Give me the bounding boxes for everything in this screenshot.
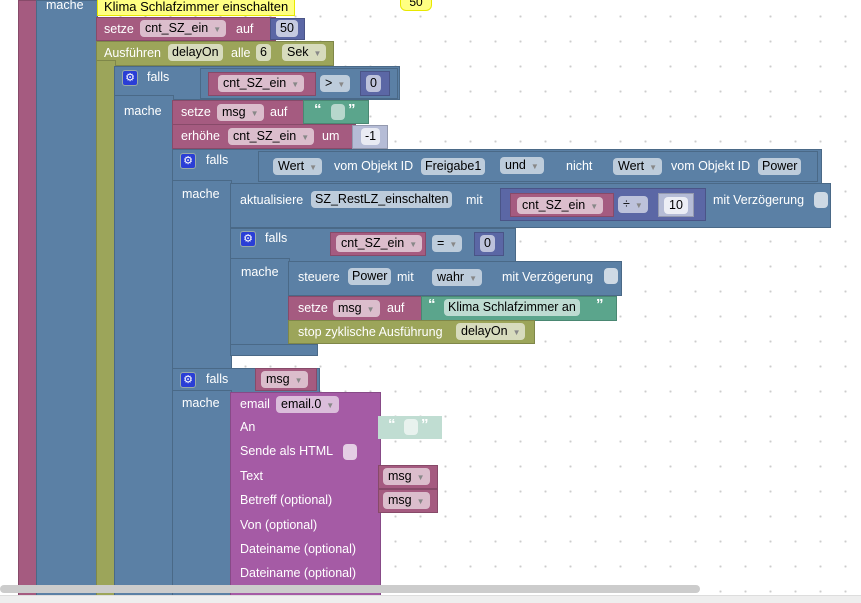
falls-label: falls: [147, 70, 170, 84]
ausfuehren-label: Ausführen: [104, 46, 161, 60]
object-id-field[interactable]: Freigabe1: [421, 158, 486, 175]
operator-dropdown[interactable]: ÷ ▼: [618, 196, 648, 213]
delay-label: mit Verzögerung: [502, 270, 594, 284]
gear-icon[interactable]: ⚙: [122, 70, 138, 86]
mache-label: mache: [182, 187, 220, 201]
outer-mache-block[interactable]: [36, 0, 98, 602]
number-field[interactable]: 0: [366, 75, 381, 92]
mache-label: mache: [124, 104, 162, 118]
horizontal-scrollbar[interactable]: [0, 585, 700, 593]
falls-label: falls: [206, 372, 229, 386]
steuere-label: steuere: [298, 270, 340, 284]
auf-label: auf: [270, 105, 288, 119]
nicht-label: nicht: [566, 159, 593, 173]
interval-dropdown[interactable]: delayOn ▼: [456, 323, 526, 340]
mit-label: mit: [466, 193, 483, 207]
comment[interactable]: Klima Schlafzimmer einschalten: [97, 0, 296, 16]
text-label: Text: [240, 469, 263, 483]
comment-bubble: 50: [400, 0, 432, 11]
html-checkbox[interactable]: [343, 444, 357, 460]
if-body-bar: [172, 390, 232, 602]
text-field[interactable]: Klima Schlafzimmer an: [444, 299, 580, 316]
operator-dropdown[interactable]: > ▼: [320, 75, 351, 92]
number-field[interactable]: 0: [480, 235, 495, 252]
variable-dropdown[interactable]: msg ▼: [217, 104, 264, 121]
auf-label: auf: [387, 301, 405, 315]
value-dropdown[interactable]: Wert ▼: [273, 158, 323, 175]
aktualisiere-label: aktualisiere: [240, 193, 304, 207]
von-label: Von (optional): [240, 518, 318, 532]
quote-close: ”: [348, 101, 356, 118]
instance-dropdown[interactable]: email.0 ▼: [276, 396, 340, 413]
object-id-label: vom Objekt ID: [671, 159, 751, 173]
mache-label: mache: [46, 0, 84, 12]
quote-close: ”: [596, 296, 604, 313]
and-dropdown[interactable]: und ▼: [500, 157, 544, 174]
quote-open: “: [428, 296, 436, 313]
gear-icon[interactable]: ⚙: [180, 153, 196, 169]
falls-label: falls: [265, 231, 288, 245]
variable-dropdown[interactable]: cnt_SZ_ein ▼: [228, 128, 315, 145]
interval-body-bar: [96, 60, 116, 602]
variable-dropdown[interactable]: cnt_SZ_ein ▼: [336, 235, 423, 252]
variable-dropdown[interactable]: msg ▼: [383, 492, 430, 509]
mache-label: mache: [241, 265, 279, 279]
text-field[interactable]: [404, 419, 418, 435]
boolean-dropdown[interactable]: wahr ▼: [432, 269, 483, 286]
value-dropdown[interactable]: Wert ▼: [613, 158, 663, 175]
gear-icon[interactable]: ⚙: [180, 372, 196, 388]
unit-dropdown[interactable]: Sek ▼: [282, 44, 327, 61]
quote-close: ”: [421, 416, 429, 433]
erhoehe-label: erhöhe: [181, 129, 220, 143]
if-body-bar: [172, 180, 232, 370]
interval-name-field[interactable]: delayOn: [168, 44, 223, 61]
dateiname-label: Dateiname (optional): [240, 566, 357, 580]
email-label: email: [240, 397, 270, 411]
state-field[interactable]: Power: [348, 268, 392, 285]
variable-dropdown[interactable]: cnt_SZ_ein ▼: [140, 20, 227, 37]
auf-label: auf: [236, 22, 254, 36]
an-label: An: [240, 420, 256, 434]
number-field[interactable]: 50: [276, 20, 298, 37]
variable-dropdown[interactable]: cnt_SZ_ein ▼: [517, 197, 604, 214]
text-field[interactable]: [331, 104, 345, 120]
mache-label: mache: [182, 396, 220, 410]
object-id-label: vom Objekt ID: [334, 159, 414, 173]
object-id-field[interactable]: Power: [758, 158, 802, 175]
html-label: Sende als HTML: [240, 444, 334, 458]
if-block-bottom: [230, 344, 318, 356]
dateiname-label: Dateiname (optional): [240, 542, 357, 556]
if-body-bar: [114, 95, 174, 602]
operator-dropdown[interactable]: = ▼: [432, 235, 463, 252]
interval-value-field[interactable]: 6: [256, 44, 271, 61]
alle-label: alle: [231, 46, 251, 60]
number-field[interactable]: -1: [361, 128, 381, 145]
um-label: um: [322, 129, 340, 143]
quote-open: “: [314, 101, 322, 118]
state-field[interactable]: SZ_RestLZ_einschalten: [311, 191, 453, 208]
variable-dropdown[interactable]: msg ▼: [333, 300, 380, 317]
delay-label: mit Verzögerung: [713, 193, 805, 207]
setze-label: setze: [181, 105, 211, 119]
gear-icon[interactable]: ⚙: [240, 231, 256, 247]
dropdown-arrow-icon: ▼: [213, 25, 222, 34]
number-field[interactable]: 10: [664, 197, 688, 214]
betreff-label: Betreff (optional): [240, 493, 333, 507]
mit-label: mit: [397, 270, 414, 284]
variable-dropdown[interactable]: msg ▼: [261, 371, 308, 388]
delay-checkbox[interactable]: [604, 268, 618, 284]
variable-dropdown[interactable]: cnt_SZ_ein ▼: [218, 75, 305, 92]
variable-dropdown[interactable]: msg ▼: [383, 468, 430, 485]
quote-open: “: [388, 416, 396, 433]
delay-checkbox[interactable]: [814, 192, 828, 208]
setze-label: setze: [104, 22, 134, 36]
stop-label: stop zyklische Ausführung: [298, 325, 443, 339]
outer-block-bar[interactable]: [18, 0, 38, 602]
falls-label: falls: [206, 153, 229, 167]
setze-label: setze: [298, 301, 328, 315]
